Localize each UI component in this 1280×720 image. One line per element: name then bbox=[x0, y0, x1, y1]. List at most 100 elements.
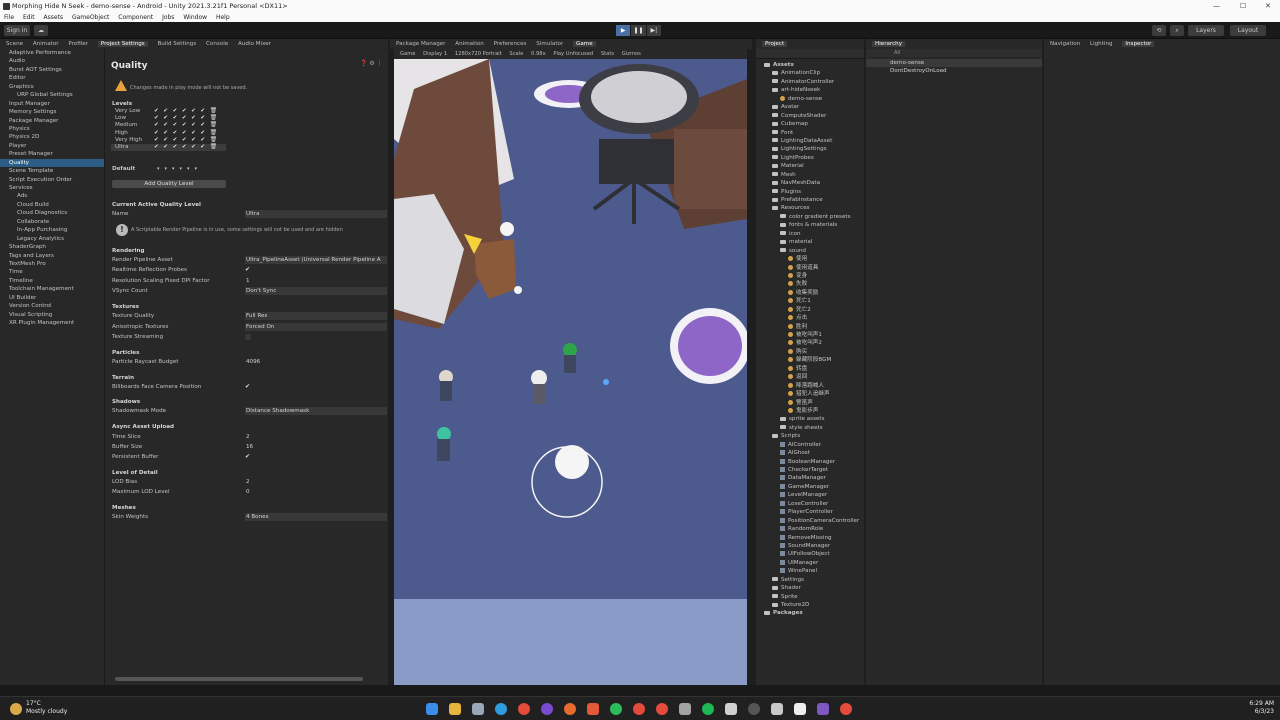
gizmos-button[interactable]: Gizmos bbox=[622, 51, 641, 57]
texture-streaming-checkbox[interactable] bbox=[245, 334, 251, 340]
whatsapp-icon[interactable] bbox=[610, 703, 622, 715]
chrome-alt-icon[interactable] bbox=[633, 703, 645, 715]
display-dropdown[interactable]: Display 1 bbox=[423, 51, 447, 57]
project-audio-clip[interactable]: 收集奖励 bbox=[756, 289, 864, 297]
project-folder[interactable]: Avatar bbox=[756, 103, 864, 111]
skin-weights-dropdown[interactable]: 4 Bones bbox=[245, 513, 387, 521]
app-alt-icon[interactable] bbox=[679, 703, 691, 715]
weather-widget[interactable]: 17°C Mostly cloudy bbox=[26, 700, 67, 716]
settings-item-audio[interactable]: Audio bbox=[0, 57, 104, 65]
realtime-reflection-checkbox[interactable]: ✔ bbox=[245, 267, 251, 273]
project-audio-clip[interactable]: 变身 bbox=[756, 272, 864, 280]
settings-item-tags-and-layers[interactable]: Tags and Layers bbox=[0, 252, 104, 260]
game-mode-dropdown[interactable]: Game bbox=[400, 51, 415, 57]
project-folder[interactable]: Font bbox=[756, 129, 864, 137]
brave-icon[interactable] bbox=[587, 703, 599, 715]
project-script[interactable]: CheckerTarget bbox=[756, 466, 864, 474]
project-audio-clip[interactable]: 购买 bbox=[756, 348, 864, 356]
shadowmask-dropdown[interactable]: Distance Shadowmask bbox=[245, 407, 387, 415]
project-folder[interactable]: icon bbox=[756, 230, 864, 238]
settings-item-toolchain-management[interactable]: Toolchain Management bbox=[0, 285, 104, 293]
game-render[interactable] bbox=[394, 59, 747, 685]
settings-item-burst-aot-settings[interactable]: Burst AOT Settings bbox=[0, 66, 104, 74]
menu-window[interactable]: Window bbox=[183, 14, 207, 21]
platform-checkboxes[interactable]: ✔✔✔✔✔✔🗑 bbox=[154, 130, 221, 137]
project-folder[interactable]: AnimatorController bbox=[756, 78, 864, 86]
project-audio-clip[interactable]: 被吃叫声1 bbox=[756, 331, 864, 339]
tab-simulator[interactable]: Simulator bbox=[536, 41, 563, 47]
tab-package-manager[interactable]: Package Manager bbox=[396, 41, 445, 47]
chrome-extra-icon[interactable] bbox=[840, 703, 852, 715]
search-icon[interactable]: ⌕ bbox=[1170, 25, 1184, 36]
project-folder[interactable]: NavMeshData bbox=[756, 179, 864, 187]
app-icon[interactable] bbox=[541, 703, 553, 715]
project-script[interactable]: GameManager bbox=[756, 483, 864, 491]
project-script[interactable]: LoseController bbox=[756, 500, 864, 508]
settings-item-cloud-diagnostics[interactable]: Cloud Diagnostics bbox=[0, 209, 104, 217]
settings-item-urp-global-settings[interactable]: URP Global Settings bbox=[0, 91, 104, 99]
settings-item-xr-plugin-management[interactable]: XR Plugin Management bbox=[0, 319, 104, 327]
project-folder[interactable]: Resources bbox=[756, 204, 864, 212]
project-folder[interactable]: art-hideNseek bbox=[756, 86, 864, 94]
project-audio-clip[interactable]: 死亡1 bbox=[756, 297, 864, 305]
settings-item-ads[interactable]: Ads bbox=[0, 192, 104, 200]
tab-animator[interactable]: Animator bbox=[33, 41, 59, 47]
project-audio-clip[interactable]: 躲藏阶段BGM bbox=[756, 356, 864, 364]
lod-bias-field[interactable]: 2 bbox=[245, 478, 387, 486]
time-slice-field[interactable]: 2 bbox=[245, 433, 387, 441]
project-script[interactable]: AIController bbox=[756, 441, 864, 449]
tab-navigation[interactable]: Navigation bbox=[1050, 41, 1080, 47]
menu-gameobject[interactable]: GameObject bbox=[72, 14, 109, 21]
project-folder[interactable]: LightProbes bbox=[756, 154, 864, 162]
project-folder[interactable]: Scripts bbox=[756, 432, 864, 440]
tab-preferences[interactable]: Preferences bbox=[494, 41, 527, 47]
particle-raycast-field[interactable]: 4096 bbox=[245, 358, 387, 366]
layers-dropdown[interactable]: Layers bbox=[1188, 25, 1224, 36]
menu-help[interactable]: Help bbox=[216, 14, 230, 21]
resolution-dropdown[interactable]: 1280x720 Portrait bbox=[455, 51, 502, 57]
tab-profiler[interactable]: Profiler bbox=[68, 41, 88, 47]
billboards-checkbox[interactable]: ✔ bbox=[245, 384, 251, 390]
visual-studio-icon[interactable] bbox=[817, 703, 829, 715]
project-folder[interactable]: Shader bbox=[756, 584, 864, 592]
settings-item-cloud-build[interactable]: Cloud Build bbox=[0, 201, 104, 209]
layout-dropdown[interactable]: Layout bbox=[1230, 25, 1266, 36]
platform-checkboxes[interactable]: ✔✔✔✔✔✔🗑 bbox=[154, 122, 221, 129]
project-script[interactable]: DataManager bbox=[756, 474, 864, 482]
settings-item-memory-settings[interactable]: Memory Settings bbox=[0, 108, 104, 116]
quality-level-row[interactable]: Medium ✔✔✔✔✔✔🗑 bbox=[111, 122, 226, 129]
project-folder[interactable]: fonts & materials bbox=[756, 221, 864, 229]
project-script[interactable]: RandomRole bbox=[756, 525, 864, 533]
project-audio-clip[interactable]: 胜利 bbox=[756, 323, 864, 331]
settings-item-textmesh-pro[interactable]: TextMesh Pro bbox=[0, 260, 104, 268]
tab-audio-mixer[interactable]: Audio Mixer bbox=[238, 41, 271, 47]
project-script[interactable]: UIFollowObject bbox=[756, 550, 864, 558]
project-audio-clip[interactable]: 死亡2 bbox=[756, 306, 864, 314]
tab-project[interactable]: Project bbox=[762, 41, 788, 47]
play-button-icon[interactable]: ▶ bbox=[616, 25, 631, 36]
settings-item-package-manager[interactable]: Package Manager bbox=[0, 117, 104, 125]
chrome-profile-icon[interactable] bbox=[656, 703, 668, 715]
project-audio-clip[interactable]: 警笛声 bbox=[756, 399, 864, 407]
settings-item-editor[interactable]: Editor bbox=[0, 74, 104, 82]
media-icon[interactable] bbox=[748, 703, 760, 715]
project-audio-clip[interactable]: 使用 bbox=[756, 255, 864, 263]
settings-item-physics[interactable]: Physics bbox=[0, 125, 104, 133]
project-folder[interactable]: PrefabInstance bbox=[756, 196, 864, 204]
project-folder[interactable]: Mesh bbox=[756, 171, 864, 179]
project-script[interactable]: LevelManager bbox=[756, 491, 864, 499]
file-explorer-icon[interactable] bbox=[449, 703, 461, 715]
settings-item-collaborate[interactable]: Collaborate bbox=[0, 218, 104, 226]
project-folder[interactable]: Material bbox=[756, 162, 864, 170]
weather-icon[interactable] bbox=[10, 703, 22, 715]
project-script[interactable]: AIGhost bbox=[756, 449, 864, 457]
project-script[interactable]: UIManager bbox=[756, 559, 864, 567]
project-folder[interactable]: Assets bbox=[756, 61, 864, 69]
name-field[interactable]: Ultra bbox=[245, 210, 387, 218]
stats-button[interactable]: Stats bbox=[601, 51, 614, 57]
settings-item-input-manager[interactable]: Input Manager bbox=[0, 100, 104, 108]
hierarchy-scene-demo-sense[interactable]: demo-sense bbox=[866, 59, 1042, 67]
tab-animation[interactable]: Animation bbox=[455, 41, 484, 47]
edge-icon[interactable] bbox=[495, 703, 507, 715]
project-folder[interactable]: Cubemap bbox=[756, 120, 864, 128]
